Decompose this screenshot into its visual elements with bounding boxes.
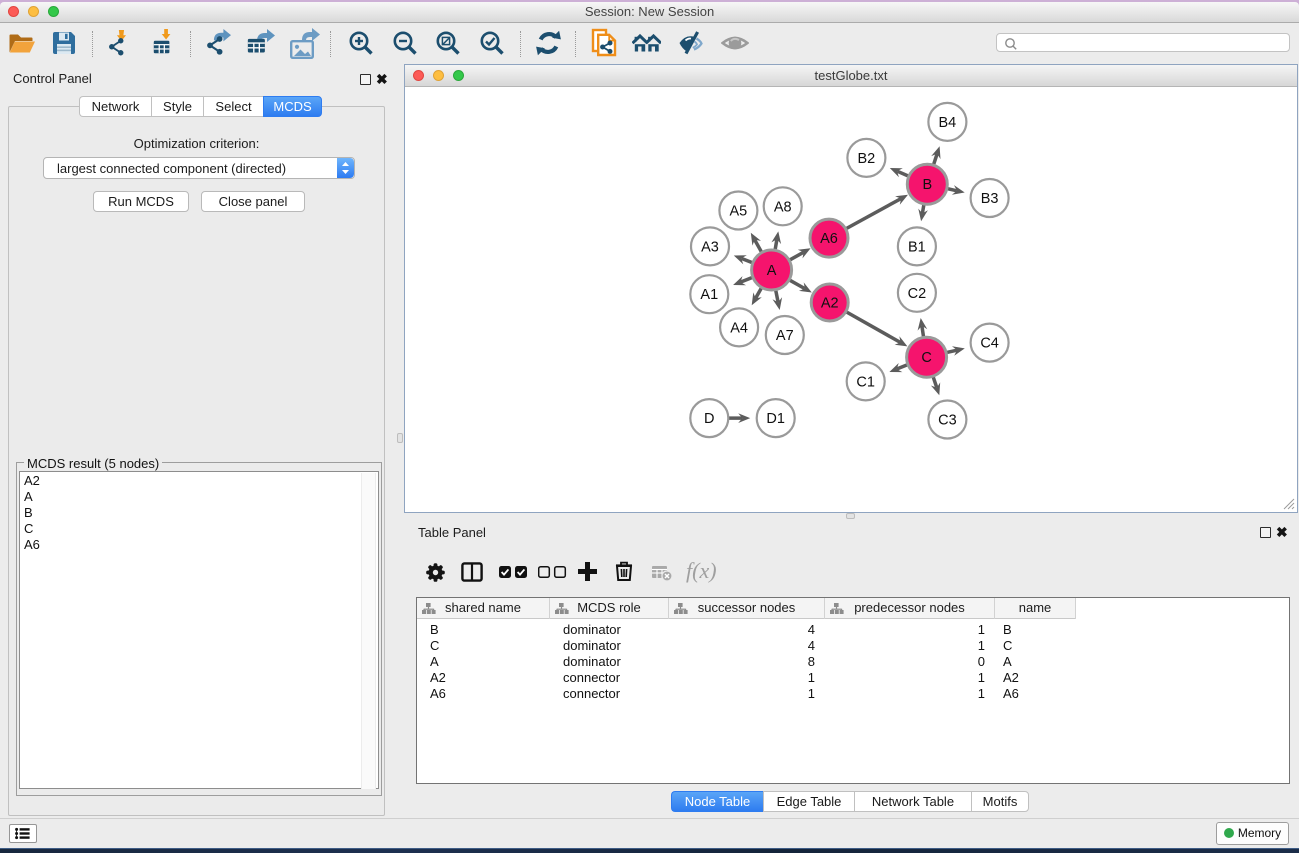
svg-text:A8: A8 <box>774 199 792 215</box>
svg-text:D: D <box>704 411 714 427</box>
svg-text:A3: A3 <box>701 239 719 255</box>
svg-text:C1: C1 <box>856 374 875 390</box>
svg-text:B4: B4 <box>939 115 957 131</box>
svg-text:A6: A6 <box>820 231 838 247</box>
svg-text:D1: D1 <box>766 411 785 427</box>
svg-text:C4: C4 <box>980 336 999 352</box>
svg-text:C3: C3 <box>938 413 957 429</box>
svg-text:A7: A7 <box>776 328 794 344</box>
svg-text:C2: C2 <box>908 286 927 302</box>
svg-text:B1: B1 <box>908 239 926 255</box>
svg-text:C: C <box>921 350 931 366</box>
svg-text:A2: A2 <box>821 296 839 312</box>
svg-text:A: A <box>767 263 777 279</box>
svg-text:B3: B3 <box>981 191 999 207</box>
svg-text:A5: A5 <box>730 204 748 220</box>
svg-text:A4: A4 <box>730 320 748 336</box>
svg-text:B: B <box>922 177 932 193</box>
svg-text:A1: A1 <box>700 287 718 303</box>
svg-text:B2: B2 <box>858 151 876 167</box>
